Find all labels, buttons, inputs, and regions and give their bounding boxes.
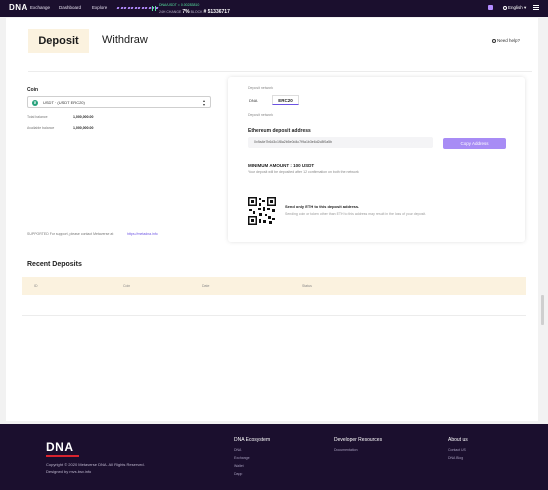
footer-link-contact[interactable]: Contact US (448, 448, 466, 452)
available-balance-value: 1,000,000.00 (73, 126, 94, 130)
recent-deposits-title: Recent Deposits (27, 261, 82, 268)
support-text: SUPPORTED For support, please contact Me… (27, 232, 114, 236)
help-icon (492, 38, 496, 43)
coin-label: Coin (27, 87, 39, 93)
support-link[interactable]: https://metadna.info (127, 232, 158, 236)
column-coin: Coin (123, 284, 131, 288)
recent-deposits-table-header: ID Coin Date Status (22, 277, 526, 295)
globe-icon (503, 5, 507, 10)
network-erc20[interactable]: ERC20 (272, 95, 299, 105)
top-navbar: DNA Exchange Dashboard Explore DNA/USDT … (0, 0, 548, 17)
network-selected-label: Deposit network (248, 113, 274, 117)
nav-exchange[interactable]: Exchange (30, 5, 50, 10)
divider (28, 71, 532, 72)
total-balance-label: Total balance (27, 115, 48, 119)
language-selector[interactable]: English ▾ (503, 5, 526, 11)
send-only-note: Sending coin or token other than ETH to … (285, 212, 427, 216)
site-footer: DNA Copyright © 2020 Metaverse DNA. All … (0, 424, 548, 490)
table-bottom-divider (22, 315, 526, 316)
signal-icon (152, 6, 156, 11)
nav-dashboard[interactable]: Dashboard (59, 5, 81, 10)
block-label: BLOCK (190, 10, 203, 14)
footer-link-exchange[interactable]: Exchange (234, 456, 250, 460)
footer-logo[interactable]: DNA (46, 440, 74, 454)
footer-copyright: Copyright © 2020 Metaverse DNA. All Righ… (46, 462, 145, 467)
footer-section-ecosystem: DNA Ecosystem (234, 437, 271, 443)
footer-designed-by: Designed by mvs.bsv.info (46, 469, 92, 474)
nav-explore[interactable]: Explore (92, 5, 107, 10)
help-label: Need help? (497, 38, 521, 43)
address-title: Ethereum deposit address (248, 128, 311, 134)
tether-icon: ₮ (32, 99, 38, 106)
network-dna[interactable]: DNA (249, 98, 257, 103)
total-balance-value: 1,000,000.00 (73, 115, 94, 119)
footer-logo-underline (46, 455, 79, 457)
scrollbar-thumb[interactable] (541, 295, 544, 325)
ticker-pair: DNA/USDT = 0.00283810 (159, 3, 200, 7)
tab-deposit[interactable]: Deposit (28, 29, 89, 53)
chevron-updown-icon: ▴ ▾ (202, 97, 205, 107)
footer-section-about: About us (448, 437, 468, 443)
minimum-note: Your deposit will be deposited after 12 … (248, 170, 359, 174)
footer-link-documentation[interactable]: Documentation (334, 448, 358, 452)
deposit-address[interactable]: 0x9a4e7b6d3c1f8a2b5e0d4c7f9a1b3e6d2c8f0a… (248, 137, 433, 148)
help-link[interactable]: Need help? (492, 38, 520, 43)
brand-logo[interactable]: DNA (9, 3, 28, 12)
footer-link-wallet[interactable]: Wallet (234, 464, 244, 468)
available-balance-label: Available balance (27, 126, 55, 130)
notification-icon[interactable] (488, 5, 493, 10)
minimum-amount: MINIMUM AMOUNT : 100 USDT (248, 163, 315, 168)
ticker-change: 7% (182, 9, 190, 15)
footer-link-dapp[interactable]: Dapp (234, 472, 242, 476)
column-id: ID (34, 284, 38, 288)
qr-code-icon (248, 197, 276, 225)
tab-withdraw[interactable]: Withdraw (102, 34, 148, 46)
change-label: 24H CHANGE (159, 10, 182, 14)
coin-selected: USDT · (USDT ERC20) (43, 100, 85, 105)
column-status: Status (302, 284, 312, 288)
footer-section-developer: Developer Resources (334, 437, 383, 443)
coin-select[interactable]: ₮ USDT · (USDT ERC20) ▴ ▾ (27, 96, 211, 108)
network-label: Deposit network (248, 86, 274, 90)
block-number: # 51336717 (203, 9, 230, 15)
send-only-title: Send only ETH to this deposit address. (285, 204, 360, 209)
footer-link-dna[interactable]: DNA (234, 448, 241, 452)
menu-icon[interactable] (533, 5, 539, 10)
ticker-row: 24H CHANGE 7% BLOCK # 51336717 (159, 9, 230, 15)
copy-address-button[interactable]: Copy Address (443, 138, 506, 149)
column-date: Date (202, 284, 210, 288)
footer-link-blog[interactable]: DNA Blog (448, 456, 463, 460)
language-label: English (508, 5, 523, 10)
